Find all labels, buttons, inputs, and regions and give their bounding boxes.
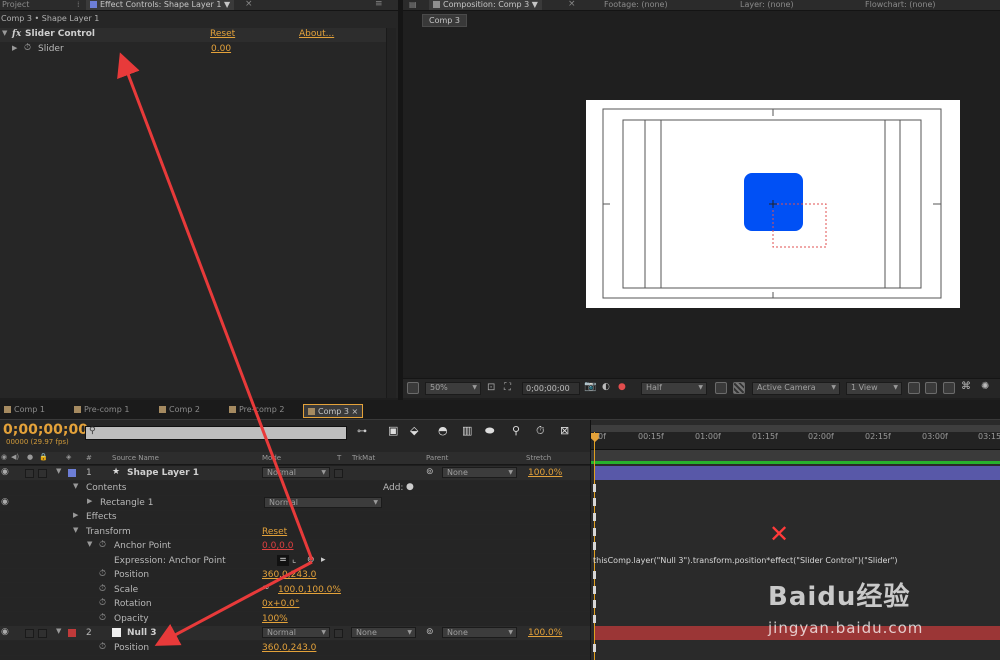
annotation-arrow (117, 52, 314, 561)
watermark-brand: Baidu经验 (768, 582, 911, 612)
annotation-overlay (117, 52, 314, 646)
baidu-watermark: Baidu经验 jingyan.baidu.com (768, 576, 923, 637)
annotation-arrow (154, 560, 313, 646)
watermark-url: jingyan.baidu.com (768, 619, 924, 637)
